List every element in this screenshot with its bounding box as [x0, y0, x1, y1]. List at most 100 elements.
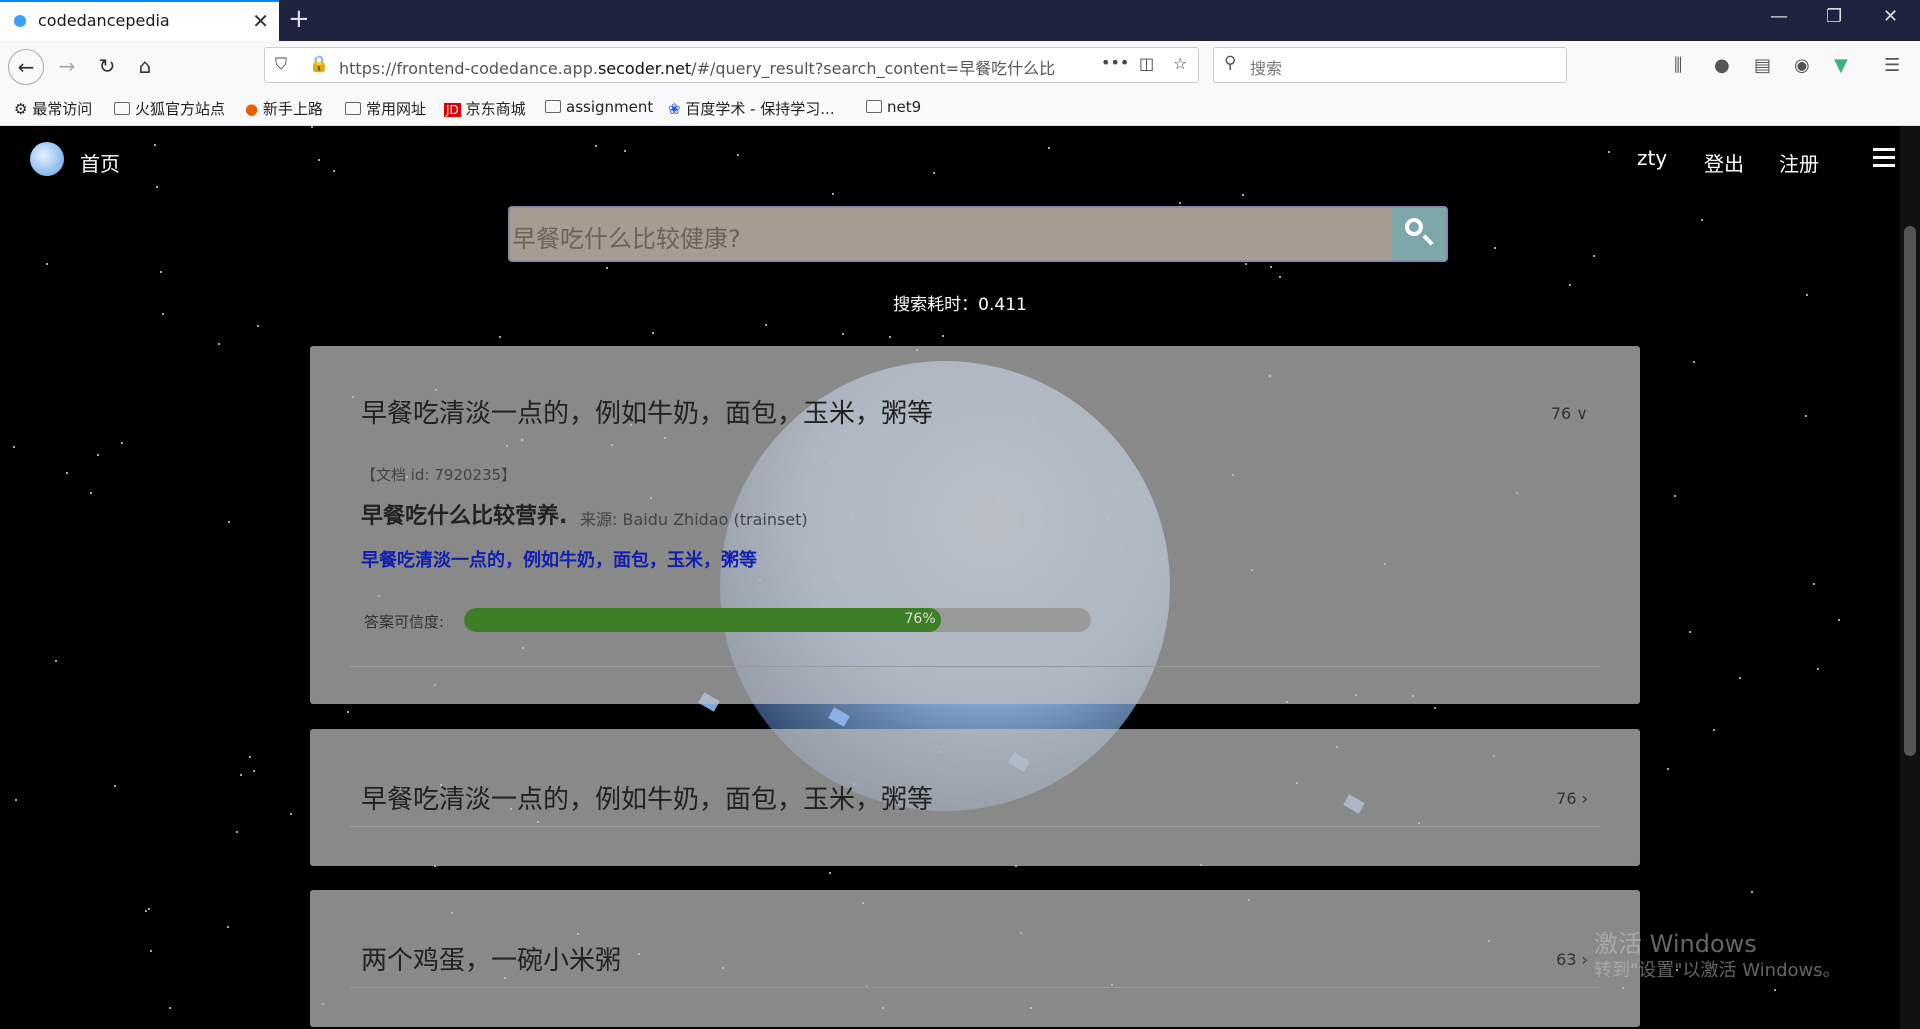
new-tab-icon[interactable]: +: [288, 4, 310, 34]
doc-id: 【文档 id: 7920235】: [361, 466, 517, 484]
star-dot: [156, 186, 158, 188]
minimize-icon[interactable]: —: [1770, 6, 1788, 27]
search-button[interactable]: [1392, 208, 1446, 260]
library-icon[interactable]: ⫼: [1674, 55, 1682, 76]
star-dot: [333, 170, 335, 172]
lock-icon[interactable]: 🔒: [309, 54, 329, 73]
star-dot: [90, 492, 92, 494]
pocket-icon[interactable]: ◫: [1139, 54, 1154, 73]
vue-devtools-icon[interactable]: ▼: [1834, 55, 1848, 76]
url-text: https://frontend-codedance.app.secoder.n…: [339, 59, 1056, 78]
sidebar-icon[interactable]: ▤: [1754, 55, 1771, 76]
star-dot: [1701, 219, 1703, 221]
star-dot: [1838, 619, 1840, 621]
bookmark-getting-started[interactable]: ● 新手上路: [245, 98, 323, 119]
browser-search-input[interactable]: ⚲ 搜索: [1213, 47, 1567, 83]
close-tab-icon[interactable]: ✕: [252, 9, 269, 33]
scrollbar-thumb[interactable]: [1904, 226, 1916, 756]
star-dot: [1593, 255, 1595, 257]
bookmark-most-visited[interactable]: ⚙ 最常访问: [14, 98, 92, 119]
result-card-expanded[interactable]: 早餐吃清淡一点的，例如牛奶，面包，玉米，粥等 76 ∨ 【文档 id: 7920…: [310, 346, 1640, 704]
home-icon[interactable]: ⌂: [128, 49, 162, 83]
bookmark-assignment[interactable]: assignment: [545, 98, 653, 116]
star-dot: [46, 263, 48, 265]
hamburger-menu-icon[interactable]: [1873, 148, 1895, 168]
site-logo[interactable]: [30, 142, 64, 176]
bookmark-net9[interactable]: net9: [866, 98, 921, 116]
account-icon[interactable]: ◉: [1794, 55, 1810, 76]
result-title: 早餐吃清淡一点的，例如牛奶，面包，玉米，粥等: [361, 785, 934, 815]
tab-title: codedancepedia: [38, 11, 170, 30]
register-link[interactable]: 注册: [1779, 148, 1819, 177]
result-score[interactable]: 76 ∨: [1551, 404, 1588, 423]
answer-text: 早餐吃清淡一点的，例如牛奶，面包，玉米，粥等: [361, 550, 757, 571]
folder-icon: [866, 100, 882, 113]
browser-tab[interactable]: codedancepedia ✕: [0, 0, 279, 41]
page-content: 首页 zty 登出 注册 早餐吃什么比较健康? 搜索耗时：0.411 早餐吃清淡…: [0, 126, 1920, 1029]
star-dot: [1270, 266, 1272, 268]
star-dot: [1751, 891, 1753, 893]
query-search-input[interactable]: 早餐吃什么比较健康?: [508, 206, 1448, 262]
gear-icon: ⚙: [14, 100, 33, 118]
star-dot: [1667, 768, 1669, 770]
windows-activation-hint: 转到"设置"以激活 Windows。: [1594, 960, 1841, 981]
star-dot: [13, 446, 15, 448]
star-dot: [1242, 194, 1244, 196]
menu-icon[interactable]: ☰: [1884, 55, 1900, 76]
navigation-bar: ← → ↻ ⌂ ⛉ 🔒 https://frontend-codedance.a…: [0, 41, 1920, 90]
star-dot: [218, 343, 220, 345]
username-link[interactable]: zty: [1637, 146, 1667, 170]
star-dot: [1494, 247, 1496, 249]
star-dot: [121, 442, 123, 444]
star-dot: [240, 774, 242, 776]
star-dot: [1048, 147, 1050, 149]
back-icon[interactable]: ←: [8, 49, 44, 85]
close-window-icon[interactable]: ✕: [1883, 6, 1898, 27]
search-icon: [1405, 218, 1423, 236]
star-dot: [942, 335, 944, 337]
star-dot: [15, 799, 17, 801]
star-dot: [66, 472, 68, 474]
star-dot: [114, 785, 116, 787]
query-text: 早餐吃什么比较健康?: [512, 225, 741, 253]
bookmark-baidu-scholar[interactable]: ❀ 百度学术 - 保持学习...: [668, 98, 835, 119]
star-dot: [236, 831, 238, 833]
bookmark-star-icon[interactable]: ☆: [1173, 54, 1187, 73]
logout-link[interactable]: 登出: [1704, 148, 1744, 177]
search-timing: 搜索耗时：0.411: [893, 295, 1027, 315]
star-dot: [832, 193, 834, 195]
star-dot: [311, 126, 313, 128]
result-card[interactable]: 早餐吃清淡一点的，例如牛奶，面包，玉米，粥等 76 ›: [310, 729, 1640, 866]
result-score[interactable]: 76 ›: [1556, 789, 1588, 808]
page-actions-icon[interactable]: •••: [1101, 53, 1129, 72]
star-dot: [1674, 495, 1676, 497]
site-favicon-icon: [14, 15, 26, 27]
star-dot: [1569, 284, 1571, 286]
folder-icon: [545, 100, 561, 113]
star-dot: [842, 333, 844, 335]
bookmark-common-sites[interactable]: 常用网址: [345, 98, 426, 119]
shield-icon[interactable]: ⛉: [275, 54, 287, 74]
star-dot: [150, 950, 152, 952]
home-link[interactable]: 首页: [80, 148, 120, 177]
chat-icon[interactable]: ●: [1714, 55, 1730, 76]
result-card[interactable]: 两个鸡蛋，一碗小米粥 63 ›: [310, 890, 1640, 1027]
result-score[interactable]: 63 ›: [1556, 950, 1588, 969]
reload-icon[interactable]: ↻: [90, 49, 124, 83]
star-dot: [148, 908, 150, 910]
page-scrollbar[interactable]: [1900, 126, 1920, 1029]
star-dot: [765, 324, 767, 326]
question-title: 早餐吃什么比较营养.: [361, 504, 568, 529]
restore-icon[interactable]: ❐: [1826, 6, 1842, 27]
confidence-bar: 76%: [464, 608, 1091, 632]
chevron-down-icon: ∨: [1576, 404, 1588, 423]
star-dot: [97, 454, 99, 456]
bookmark-firefox-site[interactable]: 火狐官方站点: [114, 98, 225, 119]
forward-icon[interactable]: →: [50, 49, 84, 83]
star-dot: [249, 756, 251, 758]
bookmark-jd[interactable]: JD 京东商城: [444, 98, 526, 119]
firefox-icon: ●: [245, 100, 263, 118]
address-bar[interactable]: ⛉ 🔒 https://frontend-codedance.app.secod…: [264, 47, 1199, 83]
star-dot: [889, 336, 891, 338]
folder-icon: [114, 102, 130, 115]
